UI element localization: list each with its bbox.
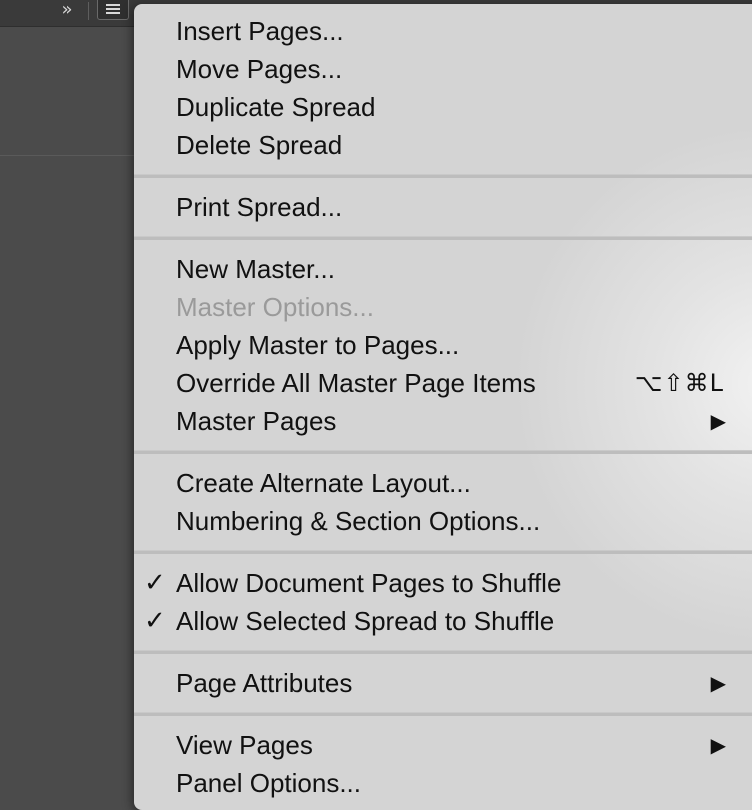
- toolbar-separator: [88, 2, 89, 20]
- submenu-arrow-icon: ▶: [710, 733, 726, 757]
- menu-item-label: Move Pages...: [176, 54, 343, 84]
- menu-group-print: Print Spread...: [134, 188, 752, 226]
- menu-item-move-pages[interactable]: Move Pages...: [134, 50, 752, 88]
- menu-item-numbering-section-options[interactable]: Numbering & Section Options...: [134, 502, 752, 540]
- menu-item-label: Allow Selected Spread to Shuffle: [176, 606, 555, 636]
- menu-item-label: Allow Document Pages to Shuffle: [176, 568, 562, 598]
- menu-item-create-alternate-layout[interactable]: Create Alternate Layout...: [134, 464, 752, 502]
- checkmark-icon: ✓: [144, 568, 166, 598]
- menu-item-label: Master Pages: [176, 406, 337, 436]
- menu-separator: [134, 174, 752, 178]
- menu-separator: [134, 450, 752, 454]
- submenu-arrow-icon: ▶: [710, 409, 726, 433]
- menu-group-attributes: Page Attributes ▶: [134, 664, 752, 702]
- menu-item-insert-pages[interactable]: Insert Pages...: [134, 12, 752, 50]
- menu-item-label: Delete Spread: [176, 130, 343, 160]
- menu-item-allow-selected-spread-shuffle[interactable]: ✓ Allow Selected Spread to Shuffle: [134, 602, 752, 640]
- menu-item-label: Apply Master to Pages...: [176, 330, 460, 360]
- panel-divider: [0, 155, 140, 156]
- menu-item-override-master-items[interactable]: Override All Master Page Items ⌥⇧⌘L: [134, 364, 752, 402]
- menu-item-label: New Master...: [176, 254, 335, 284]
- menu-separator: [134, 236, 752, 240]
- menu-item-label: Numbering & Section Options...: [176, 506, 541, 536]
- menu-group-page-actions: Insert Pages... Move Pages... Duplicate …: [134, 4, 752, 164]
- menu-item-label: Master Options...: [176, 292, 374, 322]
- menu-item-master-pages[interactable]: Master Pages ▶: [134, 402, 752, 440]
- panel-menu-button[interactable]: [97, 0, 129, 20]
- menu-item-apply-master[interactable]: Apply Master to Pages...: [134, 326, 752, 364]
- menu-item-label: Panel Options...: [176, 768, 361, 798]
- menu-item-view-pages[interactable]: View Pages ▶: [134, 726, 752, 764]
- menu-item-label: Create Alternate Layout...: [176, 468, 471, 498]
- menu-item-delete-spread[interactable]: Delete Spread: [134, 126, 752, 164]
- menu-item-master-options: Master Options...: [134, 288, 752, 326]
- menu-item-panel-options[interactable]: Panel Options...: [134, 764, 752, 802]
- menu-item-print-spread[interactable]: Print Spread...: [134, 188, 752, 226]
- menu-separator: [134, 550, 752, 554]
- menu-item-duplicate-spread[interactable]: Duplicate Spread: [134, 88, 752, 126]
- pages-panel-menu: Insert Pages... Move Pages... Duplicate …: [134, 4, 752, 810]
- menu-separator: [134, 712, 752, 716]
- menu-item-label: Insert Pages...: [176, 16, 344, 46]
- keyboard-shortcut: ⌥⇧⌘L: [634, 369, 724, 397]
- menu-item-label: Duplicate Spread: [176, 92, 376, 122]
- menu-item-label: Print Spread...: [176, 192, 343, 222]
- checkmark-icon: ✓: [144, 606, 166, 636]
- menu-item-label: View Pages: [176, 730, 313, 760]
- menu-separator: [134, 650, 752, 654]
- menu-item-new-master[interactable]: New Master...: [134, 250, 752, 288]
- menu-group-layout: Create Alternate Layout... Numbering & S…: [134, 464, 752, 540]
- menu-group-view: View Pages ▶ Panel Options...: [134, 726, 752, 802]
- menu-item-page-attributes[interactable]: Page Attributes ▶: [134, 664, 752, 702]
- menu-group-masters: New Master... Master Options... Apply Ma…: [134, 250, 752, 440]
- menu-item-allow-document-pages-shuffle[interactable]: ✓ Allow Document Pages to Shuffle: [134, 564, 752, 602]
- hamburger-menu-icon: [106, 4, 120, 14]
- menu-group-shuffle: ✓ Allow Document Pages to Shuffle ✓ Allo…: [134, 564, 752, 640]
- menu-item-label: Page Attributes: [176, 668, 353, 698]
- collapse-panel-icon[interactable]: »: [52, 0, 78, 22]
- submenu-arrow-icon: ▶: [710, 671, 726, 695]
- menu-item-label: Override All Master Page Items: [176, 368, 536, 398]
